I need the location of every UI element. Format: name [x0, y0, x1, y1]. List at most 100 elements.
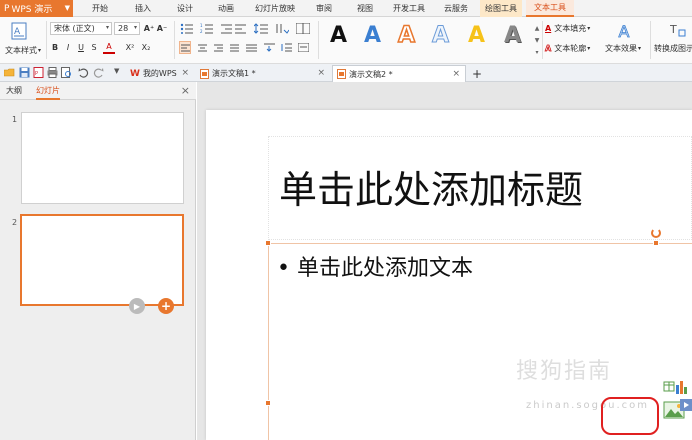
line-spacing-icon[interactable] — [252, 22, 270, 35]
print-icon[interactable] — [47, 67, 58, 78]
decrease-indent-icon[interactable] — [220, 22, 232, 35]
text-direction-icon[interactable] — [273, 22, 291, 35]
new-tab-button[interactable]: + — [468, 65, 482, 82]
para-spacing-icon[interactable] — [279, 41, 293, 54]
subscript-button[interactable]: X₂ — [139, 41, 153, 54]
text-effect-icon[interactable]: A — [604, 21, 644, 41]
smartart-convert-icon[interactable]: T — [668, 21, 688, 39]
close-icon[interactable]: × — [181, 84, 190, 97]
presentation-file-icon — [200, 68, 209, 79]
rotate-handle-icon[interactable] — [651, 228, 661, 238]
text-fill-button[interactable]: A 文本填充 ▾ — [545, 21, 601, 35]
undo-icon[interactable] — [78, 67, 89, 78]
strikethrough-button[interactable]: S — [89, 41, 99, 54]
grow-font-button[interactable]: A⁺ — [143, 22, 155, 35]
close-icon[interactable]: × — [452, 69, 460, 79]
print-preview-icon[interactable] — [61, 67, 72, 78]
save-icon[interactable] — [19, 67, 30, 78]
pane-tabs: 大纲 幻灯片 × — [0, 82, 196, 100]
redo-icon[interactable] — [93, 67, 104, 78]
shrink-font-button[interactable]: A⁻ — [156, 22, 168, 35]
art-text-style-blue-outline[interactable]: A — [431, 23, 449, 49]
italic-button[interactable]: I — [63, 41, 73, 54]
open-folder-icon[interactable] — [4, 67, 15, 78]
bullet-list-icon[interactable] — [178, 22, 196, 35]
tab-cloud[interactable]: 云服务 — [438, 0, 474, 17]
font-color-button[interactable]: A — [103, 41, 115, 54]
add-slide-icon[interactable]: + — [158, 298, 174, 314]
text-style-icon[interactable]: A — [8, 21, 30, 41]
text-box-align-icon[interactable] — [296, 41, 310, 54]
convert-to-diagram-button[interactable]: 转换成图示 — [654, 42, 692, 55]
close-icon[interactable]: × — [317, 68, 325, 78]
app-menu-button[interactable]: P WPS 演示 ▼ — [0, 0, 73, 17]
title-placeholder[interactable]: 单击此处添加标题 — [268, 136, 692, 240]
doc-tab-label: 演示文稿2 * — [349, 69, 393, 79]
text-outline-button[interactable]: A 文本轮廓 ▾ — [545, 41, 601, 55]
tab-home[interactable]: 开始 — [85, 0, 115, 17]
art-text-style-yellow[interactable]: A — [468, 23, 485, 49]
tab-slides[interactable]: 幻灯片 — [36, 85, 60, 100]
art-text-style-blue[interactable]: A — [364, 23, 381, 49]
text-outline-label: 文本轮廓 — [554, 43, 587, 53]
play-icon[interactable]: ▶ — [129, 298, 145, 314]
gallery-up-icon[interactable]: ▲ — [533, 22, 541, 34]
art-text-style-black[interactable]: A — [330, 23, 347, 49]
resize-handle[interactable] — [265, 240, 271, 246]
art-text-style-orange-outline[interactable]: A — [397, 22, 416, 49]
doc-tab-presentation2[interactable]: 演示文稿2 * × — [332, 65, 466, 82]
bold-button[interactable]: B — [50, 41, 60, 54]
title-placeholder-text: 单击此处添加标题 — [279, 168, 584, 212]
align-center-icon[interactable] — [196, 41, 208, 54]
resize-handle[interactable] — [653, 240, 659, 246]
tab-insert[interactable]: 插入 — [128, 0, 158, 17]
tab-text-tools[interactable]: 文本工具 — [526, 0, 574, 17]
insert-chart-icon[interactable] — [676, 381, 687, 394]
text-style-button[interactable]: 文本样式 ▾ — [2, 44, 44, 56]
slide-thumbnail-2[interactable] — [20, 214, 184, 306]
chevron-down-icon: ▼ — [64, 4, 70, 12]
increase-indent-icon[interactable] — [234, 22, 246, 35]
tab-slideshow[interactable]: 幻灯片放映 — [250, 0, 300, 17]
numbered-list-icon[interactable]: 12 — [198, 22, 216, 35]
tab-review[interactable]: 审阅 — [309, 0, 339, 17]
art-text-style-gray[interactable]: A — [504, 23, 521, 49]
doc-tab-presentation1[interactable]: 演示文稿1 * × — [196, 65, 330, 82]
slide-thumbnail-1[interactable] — [21, 112, 184, 204]
svg-text:P: P — [35, 71, 38, 77]
tab-animation[interactable]: 动画 — [211, 0, 241, 17]
insert-table-icon[interactable] — [663, 381, 675, 392]
export-pdf-icon[interactable]: P — [33, 67, 44, 78]
text-effect-label: 文本效果 — [604, 44, 637, 53]
text-outline-icon: A — [545, 43, 552, 53]
underline-button[interactable]: U — [76, 41, 86, 54]
align-left-icon[interactable] — [179, 41, 191, 54]
tab-developer[interactable]: 开发工具 — [388, 0, 430, 17]
resize-handle[interactable] — [265, 400, 271, 406]
font-name-select[interactable]: 宋体 (正文) ▾ — [50, 22, 112, 35]
text-effect-button[interactable]: 文本效果 ▾ — [600, 42, 646, 55]
tab-design[interactable]: 设计 — [170, 0, 200, 17]
font-size-select[interactable]: 28 ▾ — [114, 22, 140, 35]
columns-icon[interactable] — [294, 22, 312, 35]
doc-tab-my-wps[interactable]: W 我的WPS × — [126, 65, 194, 82]
app-name: WPS 演示 — [11, 5, 53, 15]
ribbon: A 文本样式 ▾ 宋体 (正文) ▾ 28 ▾ A⁺ A⁻ B I U S A X² … — [0, 17, 692, 64]
gallery-more-icon[interactable]: ▾ — [533, 46, 541, 58]
close-icon[interactable]: × — [181, 68, 189, 78]
tab-view[interactable]: 视图 — [350, 0, 380, 17]
doc-tab-label: 演示文稿1 * — [212, 69, 256, 78]
tab-drawing-tools[interactable]: 绘图工具 — [480, 0, 522, 17]
superscript-button[interactable]: X² — [123, 41, 137, 54]
distributed-icon[interactable] — [244, 41, 258, 54]
body-placeholder-text: • 单击此处添加文本 — [277, 256, 473, 281]
insert-video-icon[interactable] — [680, 399, 692, 411]
customize-qat-icon[interactable]: ▼ — [114, 67, 119, 75]
gallery-down-icon[interactable]: ▼ — [533, 34, 541, 46]
wps-w-icon: W — [130, 68, 140, 79]
vertical-align-icon[interactable] — [262, 41, 276, 54]
align-right-icon[interactable] — [212, 41, 224, 54]
slides-pane: 大纲 幻灯片 × 1 2 ▶ + — [0, 82, 196, 440]
tab-outline[interactable]: 大纲 — [6, 85, 22, 96]
justify-icon[interactable] — [228, 41, 240, 54]
